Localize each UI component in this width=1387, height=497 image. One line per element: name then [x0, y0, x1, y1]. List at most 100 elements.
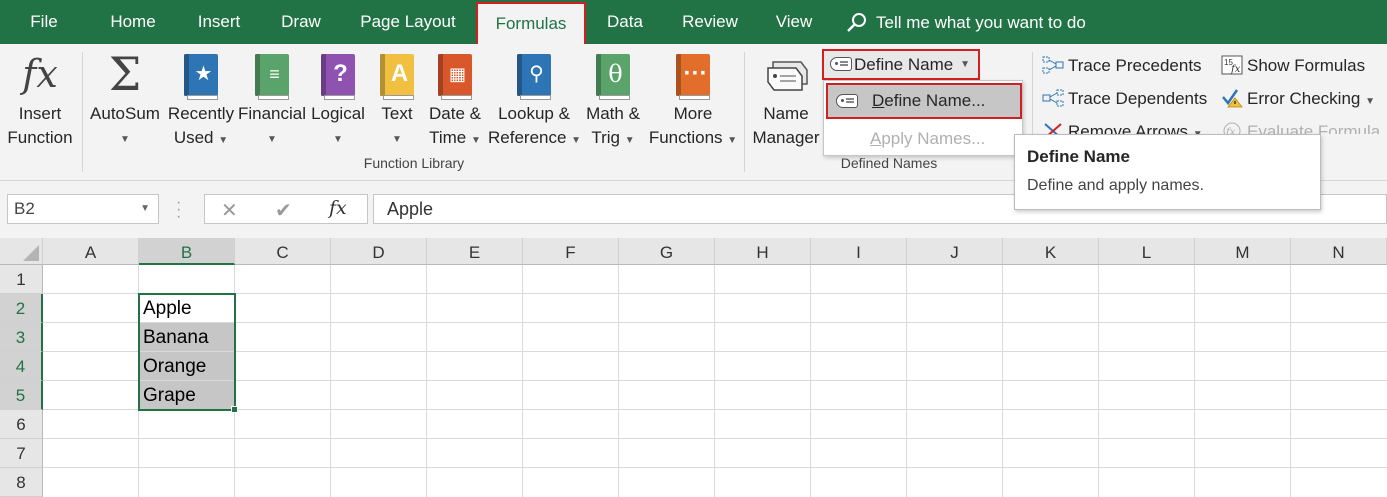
- gridline: [618, 265, 619, 497]
- tab-view[interactable]: View: [764, 0, 824, 44]
- define-name-tooltip: Define Name Define and apply names.: [1014, 134, 1321, 210]
- insert-function-fx-icon[interactable]: fx: [329, 197, 347, 219]
- more-functions-button[interactable]: ··· More Functions ▼: [646, 50, 740, 150]
- menu-item-define-name-label: efine Name...: [884, 91, 986, 110]
- column-header-a[interactable]: A: [43, 238, 139, 265]
- name-manager-button[interactable]: Name Manager: [748, 50, 824, 150]
- gridline: [810, 265, 811, 497]
- evaluate-formula-button: fx Evaluate Formula: [1221, 120, 1380, 134]
- show-formulas-label: Show Formulas: [1247, 56, 1366, 75]
- svg-text:fx: fx: [1230, 64, 1241, 75]
- menu-item-apply-names-label: pply Names...: [881, 129, 986, 148]
- lightbulb-search-icon: [847, 13, 866, 32]
- formula-bar-grip-icon[interactable]: · · ·: [176, 195, 181, 225]
- magnifier-book-icon: ⚲: [517, 54, 551, 100]
- remove-arrows-button[interactable]: Remove Arrows ▼: [1042, 120, 1203, 134]
- tab-data[interactable]: Data: [594, 0, 656, 44]
- tab-draw[interactable]: Draw: [268, 0, 334, 44]
- gridline: [43, 322, 1387, 323]
- column-header-c[interactable]: C: [235, 238, 331, 265]
- function-library-group-label: Function Library: [363, 155, 465, 171]
- row-header-6[interactable]: 6: [0, 410, 43, 439]
- chevron-down-icon: ▼: [333, 134, 343, 145]
- row-header-7[interactable]: 7: [0, 439, 43, 468]
- gridline: [906, 265, 907, 497]
- chevron-down-icon[interactable]: ▼: [140, 195, 150, 223]
- text-button[interactable]: A Text ▼: [372, 50, 422, 150]
- row-header-3[interactable]: 3: [0, 323, 43, 352]
- tab-review[interactable]: Review: [670, 0, 750, 44]
- column-header-b[interactable]: B: [139, 238, 235, 265]
- recently-used-label-1: Recently: [167, 104, 235, 123]
- defined-names-group-label: Defined Names: [840, 155, 938, 171]
- trace-precedents-label: Trace Precedents: [1068, 56, 1202, 75]
- menu-item-define-name[interactable]: Define Name...: [826, 83, 1022, 119]
- evaluate-formula-label: Evaluate Formula: [1247, 122, 1381, 134]
- fill-handle[interactable]: [231, 406, 238, 413]
- logical-button[interactable]: ? Logical ▼: [308, 50, 368, 150]
- trace-precedents-button[interactable]: Trace Precedents: [1042, 54, 1202, 78]
- column-header-n[interactable]: N: [1291, 238, 1387, 265]
- column-header-k[interactable]: K: [1003, 238, 1099, 265]
- select-all-button[interactable]: [0, 238, 43, 265]
- lookup-reference-button[interactable]: ⚲ Lookup & Reference ▼: [488, 50, 582, 150]
- gridline: [43, 409, 1387, 410]
- name-manager-label-2: Manager: [752, 128, 820, 147]
- tab-formulas[interactable]: Formulas: [476, 2, 586, 44]
- tell-me-text: Tell me what you want to do: [876, 13, 1086, 32]
- gridline: [330, 265, 331, 497]
- autosum-label: AutoSum: [90, 104, 160, 123]
- define-name-label: Define Name: [854, 55, 954, 74]
- column-header-e[interactable]: E: [427, 238, 523, 265]
- gridline: [43, 467, 1387, 468]
- column-header-i[interactable]: I: [811, 238, 907, 265]
- trace-dependents-button[interactable]: Trace Dependents: [1042, 87, 1207, 111]
- cancel-icon[interactable]: ✕: [221, 198, 238, 223]
- gridline: [1194, 265, 1195, 497]
- define-name-button[interactable]: Define Name ▼: [822, 49, 980, 80]
- column-header-g[interactable]: G: [619, 238, 715, 265]
- column-header-l[interactable]: L: [1099, 238, 1195, 265]
- text-a-book-icon: A: [380, 54, 414, 100]
- enter-check-icon[interactable]: ✔: [275, 198, 292, 223]
- gridline: [43, 293, 1387, 294]
- gridline: [43, 438, 1387, 439]
- show-formulas-button[interactable]: 15 fx Show Formulas: [1221, 54, 1365, 78]
- insert-function-button[interactable]: fx Insert Function: [2, 50, 78, 150]
- math-trig-button[interactable]: θ Math & Trig ▼: [580, 50, 646, 150]
- insert-function-label-2: Function: [7, 128, 73, 147]
- financial-label: Financial: [237, 104, 307, 123]
- gridline: [1098, 265, 1099, 497]
- row-header-5[interactable]: 5: [0, 381, 43, 410]
- error-checking-button[interactable]: Error Checking ▼: [1221, 87, 1375, 114]
- tell-me-search[interactable]: Tell me what you want to do: [846, 0, 1086, 44]
- tab-page-layout[interactable]: Page Layout: [348, 0, 468, 44]
- recently-used-button[interactable]: ★ Recently Used ▼: [166, 50, 236, 150]
- tab-home[interactable]: Home: [96, 0, 170, 44]
- row-header-1[interactable]: 1: [0, 265, 43, 294]
- tab-insert[interactable]: Insert: [183, 0, 255, 44]
- lookup-reference-label-2: Reference ▼: [488, 128, 582, 147]
- selection-range-border: [138, 293, 236, 411]
- autosum-button[interactable]: Σ AutoSum ▼: [86, 50, 164, 150]
- name-box[interactable]: B2 ▼: [7, 194, 159, 224]
- worksheet-grid[interactable]: A B C D E F G H I J K L M N 1 2 3 4 5 6 …: [0, 238, 1387, 497]
- column-header-j[interactable]: J: [907, 238, 1003, 265]
- column-header-f[interactable]: F: [523, 238, 619, 265]
- more-functions-label-1: More: [673, 104, 713, 123]
- error-checking-label: Error Checking: [1247, 89, 1361, 108]
- row-header-8[interactable]: 8: [0, 468, 43, 497]
- chevron-down-icon[interactable]: ▼: [960, 51, 970, 78]
- column-header-h[interactable]: H: [715, 238, 811, 265]
- financial-button[interactable]: ≡ Financial ▼: [236, 50, 308, 150]
- lookup-reference-label-1: Lookup &: [498, 104, 570, 123]
- row-header-2[interactable]: 2: [0, 294, 43, 323]
- more-functions-label-2: Functions ▼: [648, 128, 738, 147]
- row-header-4[interactable]: 4: [0, 352, 43, 381]
- remove-arrows-icon: [1042, 121, 1064, 134]
- tab-file[interactable]: File: [14, 0, 74, 44]
- column-header-d[interactable]: D: [331, 238, 427, 265]
- column-header-m[interactable]: M: [1195, 238, 1291, 265]
- math-trig-label-2: Trig ▼: [591, 128, 635, 147]
- date-time-button[interactable]: ▦ Date & Time ▼: [424, 50, 486, 150]
